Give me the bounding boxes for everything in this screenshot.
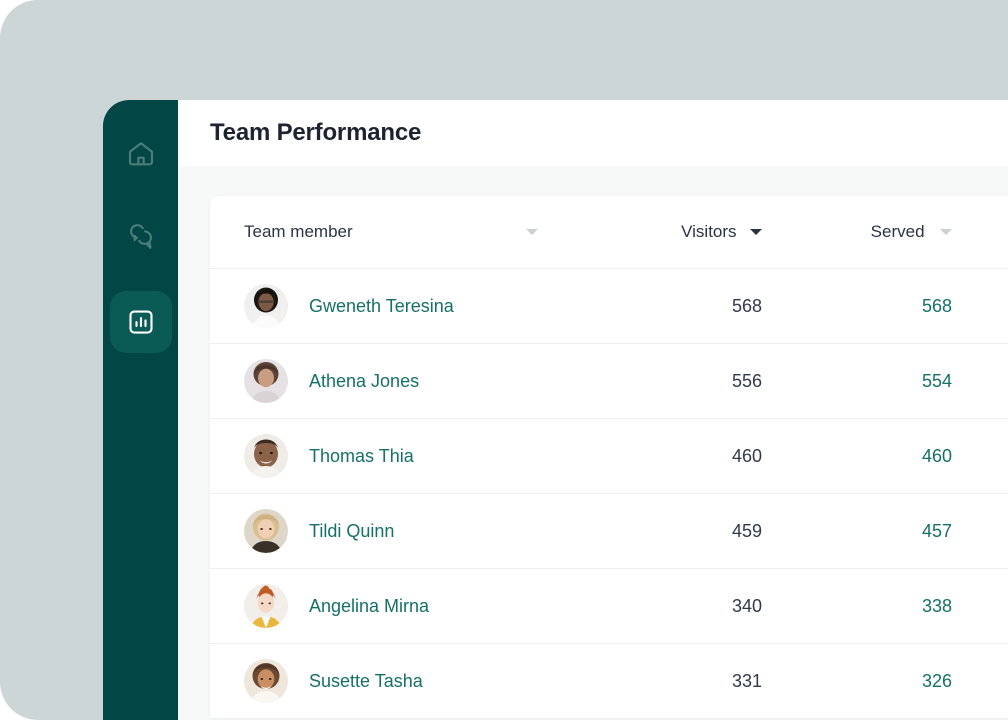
member-name[interactable]: Gweneth Teresina xyxy=(309,296,454,317)
avatar xyxy=(244,284,288,328)
chevron-down-icon-member[interactable] xyxy=(526,229,538,235)
cell-member: Athena Jones xyxy=(244,359,562,403)
cell-visitors: 460 xyxy=(562,446,762,467)
table-header-row: Team member Visitors Served xyxy=(210,196,1008,268)
avatar xyxy=(244,584,288,628)
chart-icon xyxy=(126,307,156,337)
main-viewport: Team Performance Team member Visitors Se… xyxy=(178,100,1008,720)
column-label-served: Served xyxy=(870,222,925,241)
page-title: Team Performance xyxy=(210,119,422,146)
team-performance-card: Team member Visitors Served Gweneth Tere… xyxy=(210,196,1008,718)
member-name[interactable]: Angelina Mirna xyxy=(309,596,429,617)
member-name[interactable]: Tildi Quinn xyxy=(309,521,394,542)
cell-visitors: 568 xyxy=(562,296,762,317)
value-visitors: 460 xyxy=(731,445,762,466)
cell-member: Thomas Thia xyxy=(244,434,562,478)
sidebar-item-messages[interactable] xyxy=(110,207,172,269)
cell-visitors: 331 xyxy=(562,671,762,692)
cell-visitors: 556 xyxy=(562,371,762,392)
value-served: 554 xyxy=(921,370,952,391)
cell-served: 326 xyxy=(762,671,952,692)
value-served: 338 xyxy=(921,595,952,616)
member-name[interactable]: Thomas Thia xyxy=(309,446,414,467)
value-visitors: 568 xyxy=(731,295,762,316)
value-visitors: 331 xyxy=(731,670,762,691)
table-row[interactable]: Susette Tasha 331 326 xyxy=(210,643,1008,718)
cell-member: Tildi Quinn xyxy=(244,509,562,553)
member-name[interactable]: Athena Jones xyxy=(309,371,419,392)
cell-served: 457 xyxy=(762,521,952,542)
chat-icon xyxy=(126,223,156,253)
value-served: 326 xyxy=(921,670,952,691)
home-icon xyxy=(126,139,156,169)
app-root: Team Performance Team member Visitors Se… xyxy=(0,0,1008,720)
column-header-served[interactable]: Served xyxy=(762,222,952,242)
value-served: 457 xyxy=(921,520,952,541)
cell-member: Gweneth Teresina xyxy=(244,284,562,328)
table-row[interactable]: Thomas Thia 460 460 xyxy=(210,418,1008,493)
topbar: Team Performance xyxy=(178,100,1008,166)
value-visitors: 459 xyxy=(731,520,762,541)
table-row[interactable]: Angelina Mirna 340 338 xyxy=(210,568,1008,643)
value-visitors: 556 xyxy=(731,370,762,391)
value-served: 568 xyxy=(921,295,952,316)
sidebar xyxy=(103,100,178,720)
column-header-visitors[interactable]: Visitors xyxy=(562,222,762,242)
table-row[interactable]: Tildi Quinn 459 457 xyxy=(210,493,1008,568)
column-header-member[interactable]: Team member xyxy=(244,222,562,242)
table-row[interactable]: Athena Jones 556 554 xyxy=(210,343,1008,418)
cell-visitors: 459 xyxy=(562,521,762,542)
chevron-down-icon-visitors[interactable] xyxy=(750,228,762,235)
avatar xyxy=(244,659,288,703)
value-served: 460 xyxy=(921,445,952,466)
cell-visitors: 340 xyxy=(562,596,762,617)
cell-served: 460 xyxy=(762,446,952,467)
avatar xyxy=(244,359,288,403)
sidebar-item-home[interactable] xyxy=(110,123,172,185)
cell-served: 554 xyxy=(762,371,952,392)
chevron-down-icon-served[interactable] xyxy=(940,228,952,235)
column-label-member: Team member xyxy=(244,222,353,241)
cell-member: Susette Tasha xyxy=(244,659,562,703)
cell-member: Angelina Mirna xyxy=(244,584,562,628)
column-label-visitors: Visitors xyxy=(681,222,737,241)
cell-served: 568 xyxy=(762,296,952,317)
value-visitors: 340 xyxy=(731,595,762,616)
avatar xyxy=(244,434,288,478)
cell-served: 338 xyxy=(762,596,952,617)
table-row[interactable]: Gweneth Teresina 568 568 xyxy=(210,268,1008,343)
member-name[interactable]: Susette Tasha xyxy=(309,671,423,692)
avatar xyxy=(244,509,288,553)
sidebar-item-analytics[interactable] xyxy=(109,291,172,353)
